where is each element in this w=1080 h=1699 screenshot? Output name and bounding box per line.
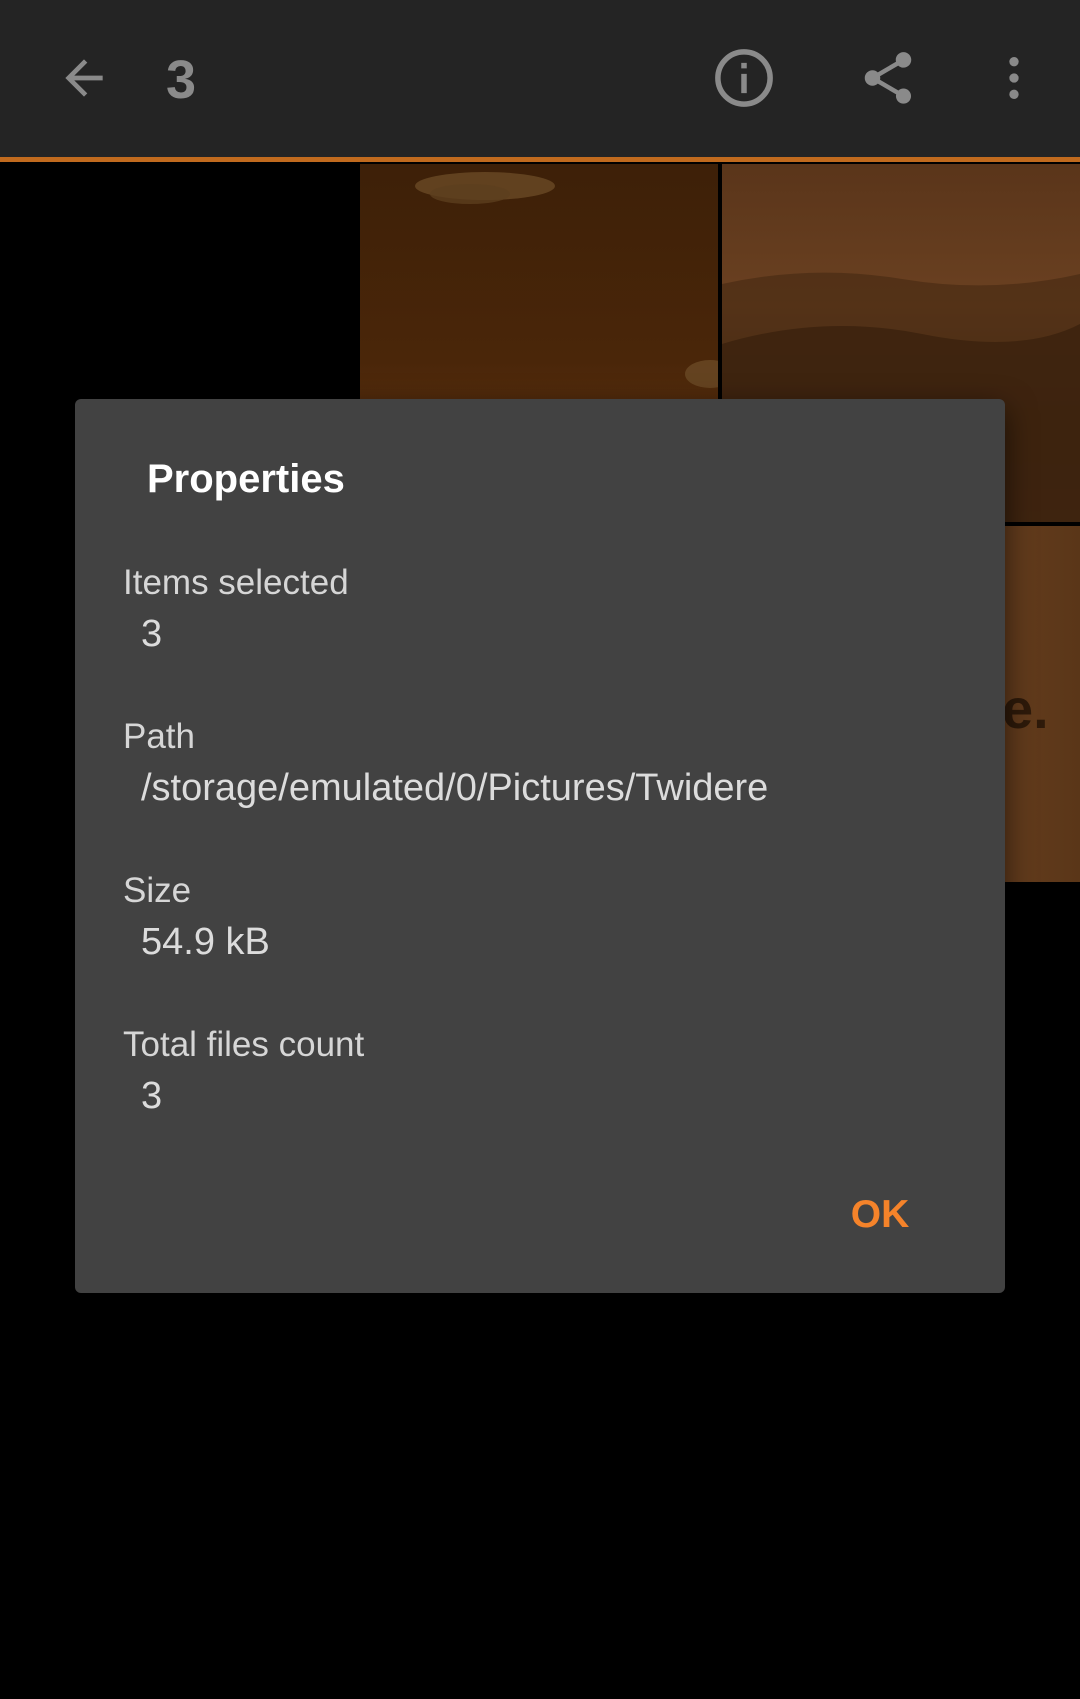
path-label: Path bbox=[123, 717, 195, 756]
selection-count: 3 bbox=[166, 50, 197, 110]
action-toolbar: 3 bbox=[0, 0, 1080, 157]
ok-button[interactable]: OK bbox=[815, 1179, 945, 1251]
properties-dialog: Properties Items selected 3 Path /storag… bbox=[75, 399, 1005, 1293]
size-label: Size bbox=[123, 871, 192, 910]
info-icon[interactable] bbox=[694, 28, 794, 128]
size-value: 54.9 kB bbox=[141, 921, 270, 963]
total-files-value: 3 bbox=[141, 1075, 163, 1117]
total-files-label: Total files count bbox=[123, 1025, 365, 1064]
dialog-title: Properties bbox=[147, 457, 345, 501]
path-value: /storage/emulated/0/Pictures/Twidere bbox=[141, 767, 769, 809]
items-selected-label: Items selected bbox=[123, 563, 349, 602]
toolbar-divider bbox=[0, 157, 1080, 162]
share-icon[interactable] bbox=[838, 28, 938, 128]
thumbnail-text: e. bbox=[1002, 677, 1049, 740]
items-selected-value: 3 bbox=[141, 613, 163, 655]
screen: e. 3 Properties Items selected 3 Path /s… bbox=[0, 0, 1080, 1699]
arrow-back-icon[interactable] bbox=[34, 28, 134, 128]
more-vert-icon[interactable] bbox=[964, 28, 1064, 128]
